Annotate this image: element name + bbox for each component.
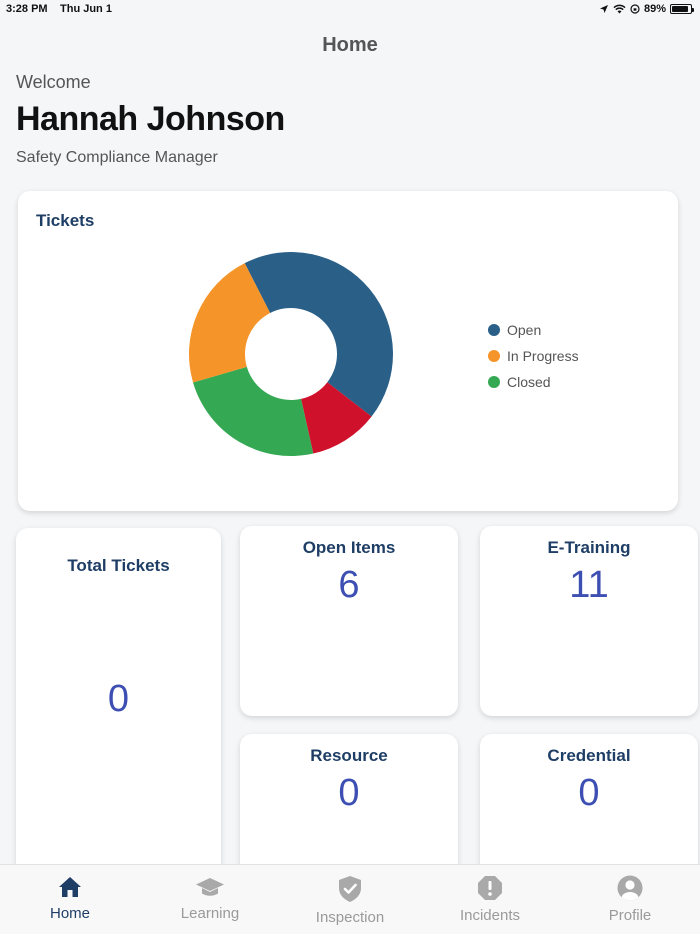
total-tickets-card[interactable]: Total Tickets 0	[16, 528, 221, 888]
resource-value: 0	[338, 772, 360, 814]
status-time: 3:28 PM	[6, 3, 48, 15]
alert-icon	[478, 876, 502, 900]
user-icon	[617, 875, 643, 901]
tickets-title: Tickets	[36, 211, 95, 230]
tab-incidents[interactable]: Incidents	[420, 865, 560, 934]
rotation-lock-icon	[630, 4, 640, 14]
location-icon	[599, 5, 608, 13]
legend-dot-in-progress	[488, 350, 500, 362]
tickets-card[interactable]: Tickets Open In Progress Closed	[18, 191, 678, 511]
legend-item-open[interactable]: Open	[488, 317, 579, 343]
tab-profile-label: Profile	[608, 907, 652, 924]
e-training-value: 11	[569, 564, 609, 606]
tickets-donut-chart[interactable]	[186, 249, 396, 459]
tab-home-label: Home	[49, 905, 90, 922]
wifi-icon	[613, 4, 626, 14]
tab-profile[interactable]: Profile	[560, 865, 700, 934]
e-training-label: E-Training	[547, 538, 631, 557]
battery-percent: 89%	[643, 3, 666, 15]
legend-dot-closed	[488, 376, 500, 388]
legend-label-closed: Closed	[507, 374, 551, 390]
status-date: Thu Jun 1	[60, 3, 112, 15]
donut-slice-closed[interactable]	[193, 366, 314, 456]
home-icon	[59, 877, 81, 897]
open-items-value: 6	[338, 564, 360, 606]
welcome-text: Welcome	[16, 72, 91, 92]
chart-legend: Open In Progress Closed	[488, 317, 579, 395]
tab-incidents-label: Incidents	[459, 907, 521, 924]
status-bar: 3:28 PM Thu Jun 1 89%	[0, 0, 700, 20]
tab-learning[interactable]: Learning	[140, 865, 280, 934]
user-role: Safety Compliance Manager	[16, 149, 218, 166]
legend-item-in-progress[interactable]: In Progress	[488, 343, 579, 369]
e-training-card[interactable]: E-Training 11	[480, 526, 698, 716]
page-title: Home	[322, 34, 378, 56]
graduation-cap-icon	[196, 878, 224, 896]
total-tickets-label: Total Tickets	[67, 556, 170, 575]
status-right: 89%	[599, 3, 694, 15]
total-tickets-value: 0	[107, 678, 130, 720]
battery-fill	[672, 6, 689, 12]
credential-value: 0	[578, 772, 600, 814]
user-name: Hannah Johnson	[16, 100, 285, 138]
tab-bar: Home Learning Inspection Incidents Profi…	[0, 864, 700, 934]
resource-card[interactable]: Resource 0	[240, 734, 458, 884]
tab-learning-label: Learning	[180, 905, 240, 922]
tab-inspection[interactable]: Inspection	[280, 865, 420, 934]
resource-label: Resource	[310, 746, 388, 765]
credential-card[interactable]: Credential 0	[480, 734, 698, 884]
shield-check-icon	[339, 876, 361, 902]
legend-label-open: Open	[507, 322, 542, 338]
battery-icon	[670, 4, 694, 14]
legend-label-in-progress: In Progress	[507, 348, 579, 364]
open-items-label: Open Items	[302, 538, 396, 557]
open-items-card[interactable]: Open Items 6	[240, 526, 458, 716]
tab-inspection-label: Inspection	[315, 909, 385, 926]
legend-dot-open	[488, 324, 500, 336]
legend-item-closed[interactable]: Closed	[488, 369, 579, 395]
credential-label: Credential	[547, 746, 631, 765]
tab-home[interactable]: Home	[0, 865, 140, 934]
